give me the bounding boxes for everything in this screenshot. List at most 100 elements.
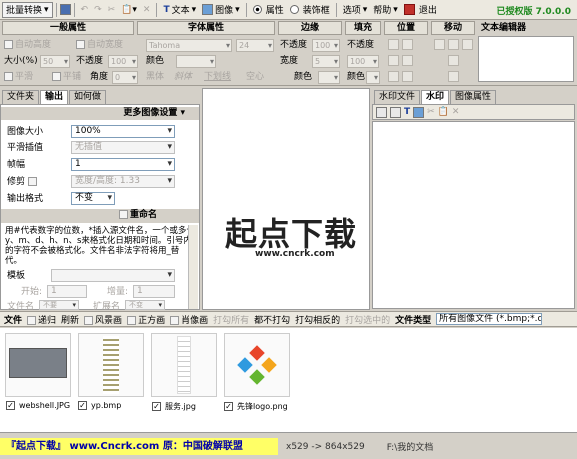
crop-option[interactable]: 修剪 xyxy=(7,176,39,188)
output-format-select[interactable]: 不变 xyxy=(71,192,115,205)
frame-select[interactable]: 1 xyxy=(71,158,175,171)
font-color-select[interactable] xyxy=(176,55,216,68)
file-type-select[interactable]: 所有图像文件 (*.bmp;*.c xyxy=(436,313,543,325)
open-icon[interactable] xyxy=(390,106,401,118)
paste-icon[interactable]: 📋▾ xyxy=(118,2,140,18)
position-header[interactable]: 位置 xyxy=(384,21,428,35)
bold-option[interactable]: 黑体 xyxy=(146,71,164,83)
portrait-option[interactable]: 肖像画 xyxy=(170,313,208,326)
move-button[interactable] xyxy=(448,55,459,66)
thumbnail-yp[interactable] xyxy=(78,333,144,397)
template-select[interactable] xyxy=(51,269,175,282)
position-button[interactable] xyxy=(388,55,399,66)
crop-ratio-select[interactable]: 宽度/高度: 1.33 xyxy=(71,175,175,188)
flat-option[interactable]: 平滑 xyxy=(4,71,33,83)
general-props-header[interactable]: 一般属性 xyxy=(2,21,134,35)
extension-select[interactable]: 不变 xyxy=(125,300,165,310)
text-icon[interactable]: T xyxy=(404,107,410,117)
recurse-option[interactable]: 递归 xyxy=(27,313,56,326)
position-button[interactable] xyxy=(388,39,399,50)
delete-icon[interactable]: ✕ xyxy=(140,2,154,18)
image-size-select[interactable]: 100% xyxy=(71,125,175,138)
check-selected-button[interactable]: 打勾选中的 xyxy=(345,313,390,326)
move-button[interactable] xyxy=(448,39,459,50)
image-icon[interactable] xyxy=(413,106,425,118)
tab-folder[interactable]: 文件夹 xyxy=(2,90,40,104)
move-button[interactable] xyxy=(462,39,473,50)
tab-watermark[interactable]: 水印 xyxy=(421,90,450,104)
increment-input[interactable]: 1 xyxy=(133,285,175,298)
font-size-select[interactable]: 24 xyxy=(236,39,274,52)
exit-button[interactable]: 退出 xyxy=(401,2,440,18)
file-item[interactable]: ✓ 先锋logo.png xyxy=(224,401,288,412)
crop-label: 修剪 xyxy=(7,177,26,187)
thumbnail-logo[interactable] xyxy=(224,333,290,397)
font-name-select[interactable]: Tahoma xyxy=(146,39,232,52)
size-select[interactable]: 50 xyxy=(40,55,70,68)
edge-color-select[interactable] xyxy=(318,71,340,84)
position-button[interactable] xyxy=(402,71,413,82)
cut-icon[interactable]: ✂ xyxy=(105,2,119,18)
rename-scrollbar[interactable] xyxy=(188,225,198,309)
start-input[interactable]: 1 xyxy=(47,285,87,298)
options-menu[interactable]: 选项 ▾ xyxy=(340,2,371,18)
file-item[interactable]: ✓ webshell.JPG xyxy=(6,401,70,410)
angle-select[interactable]: 0 xyxy=(112,71,138,84)
fill-color-select[interactable] xyxy=(366,71,380,84)
move-button[interactable] xyxy=(448,71,459,82)
position-button[interactable] xyxy=(402,55,413,66)
opacity-select[interactable]: 100 xyxy=(108,55,138,68)
italic-option[interactable]: 斜体 xyxy=(174,71,192,83)
edge-header[interactable]: 边缘 xyxy=(278,21,342,35)
logo-image xyxy=(237,345,277,385)
check-all-button[interactable]: 打勾所有 xyxy=(213,313,249,326)
tab-output[interactable]: 输出 xyxy=(40,90,69,104)
thumbnail-service[interactable] xyxy=(151,333,217,397)
image-preview[interactable]: 起点下载 www.cncrk.com xyxy=(202,88,370,310)
font-props-header[interactable]: 字体属性 xyxy=(137,21,275,35)
fill-opacity-select[interactable]: 100 xyxy=(347,55,379,68)
file-item[interactable]: ✓ yp.bmp xyxy=(78,401,121,410)
hollow-option[interactable]: 空心 xyxy=(246,71,264,83)
text-menu-button[interactable]: T 文本 ▾ xyxy=(160,2,199,18)
delete-icon[interactable]: ✕ xyxy=(452,107,460,117)
move-header[interactable]: 移动 xyxy=(431,21,475,35)
save-icon[interactable] xyxy=(59,4,71,15)
text-editor-area[interactable] xyxy=(478,36,574,82)
invert-check-button[interactable]: 打勾相反的 xyxy=(295,313,340,326)
uncheck-all-button[interactable]: 都不打勾 xyxy=(254,313,290,326)
watermark-list[interactable] xyxy=(372,121,575,309)
image-menu-button[interactable]: 图像 ▾ xyxy=(199,2,243,18)
tab-watermark-file[interactable]: 水印文件 xyxy=(374,90,421,104)
decor-radio[interactable]: 装饰框 xyxy=(287,2,333,18)
edge-opacity-select[interactable]: 100 xyxy=(312,39,340,52)
thumbnail-webshell[interactable] xyxy=(5,333,71,397)
batch-convert-button[interactable]: 批量转换 ▾ xyxy=(2,1,53,18)
paste-icon[interactable]: 📋 xyxy=(438,107,449,117)
file-item[interactable]: ✓ 服务.jpg xyxy=(152,401,196,412)
refresh-button[interactable]: 刷新 xyxy=(61,313,79,326)
rename-header[interactable]: 重命名 xyxy=(1,209,199,223)
undo-icon[interactable]: ↶ xyxy=(78,2,92,18)
props-radio[interactable]: 属性 xyxy=(250,2,287,18)
move-button[interactable] xyxy=(434,39,445,50)
filename-select[interactable]: 不要 xyxy=(39,300,79,310)
cut-icon[interactable]: ✂ xyxy=(427,107,435,117)
position-button[interactable] xyxy=(388,71,399,82)
tile-option[interactable]: 平铺 xyxy=(52,71,81,83)
position-button[interactable] xyxy=(402,39,413,50)
fill-header[interactable]: 填充 xyxy=(345,21,381,35)
landscape-option[interactable]: 风景画 xyxy=(84,313,122,326)
redo-icon[interactable]: ↷ xyxy=(91,2,105,18)
auto-height-option[interactable]: 自动高度 xyxy=(4,39,51,51)
edge-width-select[interactable]: 5 xyxy=(312,55,340,68)
help-menu[interactable]: 帮助 ▾ xyxy=(370,2,401,18)
square-option[interactable]: 正方画 xyxy=(127,313,165,326)
underline-option[interactable]: 下划线 xyxy=(204,71,231,83)
new-icon[interactable] xyxy=(376,106,387,118)
smooth-interp-select[interactable]: 无插值 xyxy=(71,141,175,154)
more-image-settings-header[interactable]: 更多图像设置 ▾ xyxy=(1,107,199,120)
tab-image-props[interactable]: 图像属性 xyxy=(450,90,497,104)
auto-width-option[interactable]: 自动宽度 xyxy=(76,39,123,51)
tab-howto[interactable]: 如何做 xyxy=(69,90,107,104)
